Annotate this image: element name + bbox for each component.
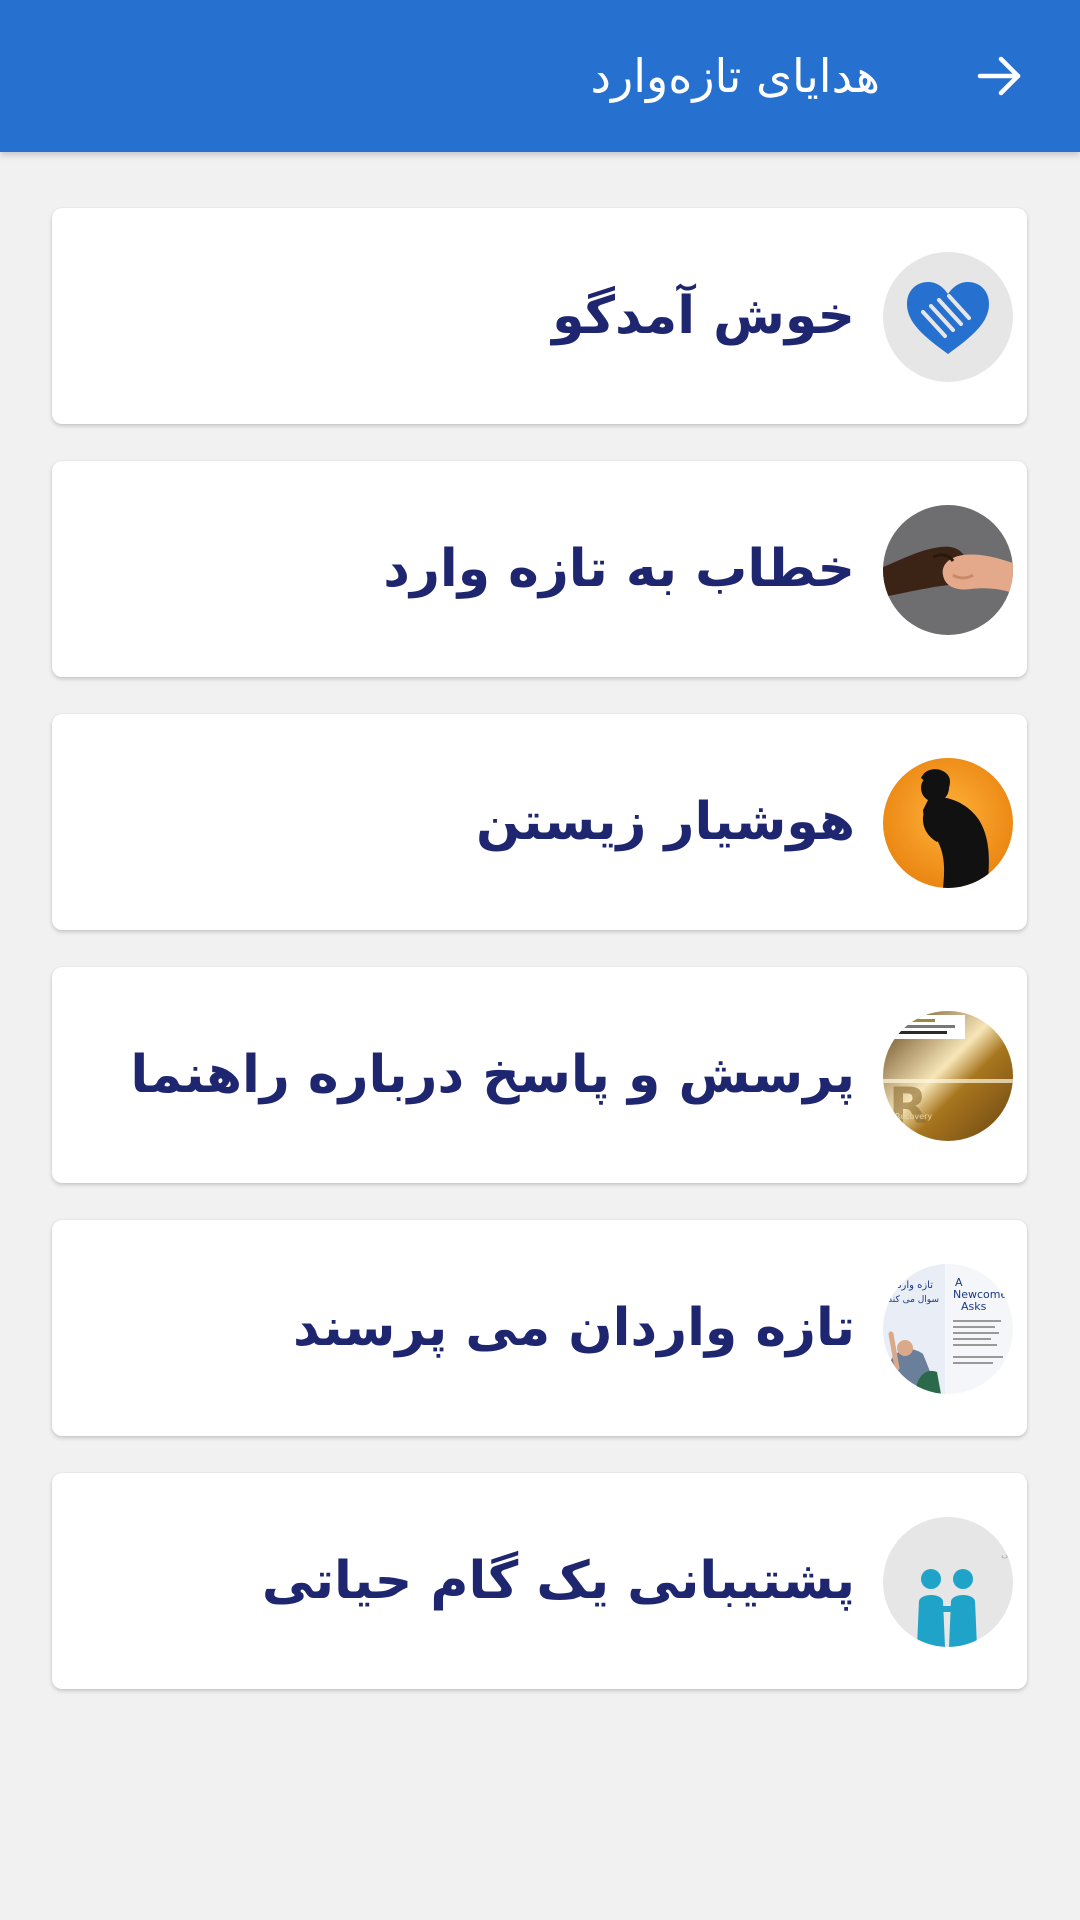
list-item-label: پشتیبانی یک گام حیاتی [261, 1551, 855, 1611]
list-item-label: خطاب به تازه وارد [383, 539, 855, 599]
back-button[interactable] [960, 36, 1040, 116]
silhouette-photo [883, 758, 1013, 888]
list-item-label: تازه واردان می پرسند [292, 1298, 855, 1358]
svg-text:Recovery: Recovery [895, 1112, 932, 1121]
newcomer-asks-booklet-photo: تازه وارد سوال می کند A Newcomer Asks [883, 1264, 1013, 1394]
svg-text:تازه وارد: تازه وارد [897, 1280, 933, 1291]
list-item-label: هوشیار زیستن [476, 792, 855, 852]
arrow-right-icon [977, 56, 1021, 96]
sponsorship-booklet-photo: R Recovery [883, 1011, 1013, 1141]
list-item-welcome[interactable]: خوش آمدگو [52, 208, 1027, 424]
list-item-sponsorship-qa[interactable]: R Recovery پرسش و پاسخ درباره راهنما [52, 967, 1027, 1183]
list-item-sober-living[interactable]: هوشیار زیستن [52, 714, 1027, 930]
holding-hands-photo [883, 505, 1013, 635]
page-title: هدایای تازه‌وارد [590, 49, 880, 103]
svg-text:Asks: Asks [961, 1300, 987, 1313]
list-item-support-step[interactable]: پرسش و پاسخ درباره پشتیبانی پشتیبانی یک … [52, 1473, 1027, 1689]
list-item-newcomers-ask[interactable]: تازه وارد سوال می کند A Newcomer Asks تا… [52, 1220, 1027, 1436]
heart-hands-icon [883, 252, 1013, 382]
svg-text:R: R [889, 1077, 928, 1135]
gift-list: خوش آمدگو خطاب به تازه وارد هوشیار زیستن… [52, 208, 1027, 1726]
svg-text:سوال می کند: سوال می کند [888, 1295, 939, 1305]
svg-text:پشتیبانی: پشتیبانی [1001, 1549, 1013, 1560]
list-item-label: پرسش و پاسخ درباره راهنما [130, 1045, 855, 1105]
svg-text:پرسش و پاسخ درباره: پرسش و پاسخ درباره [1001, 1535, 1013, 1546]
support-booklet-photo: پرسش و پاسخ درباره پشتیبانی [883, 1517, 1013, 1647]
list-item-label: خوش آمدگو [552, 286, 855, 346]
list-item-address-newcomer[interactable]: خطاب به تازه وارد [52, 461, 1027, 677]
app-bar: هدایای تازه‌وارد [0, 0, 1080, 152]
